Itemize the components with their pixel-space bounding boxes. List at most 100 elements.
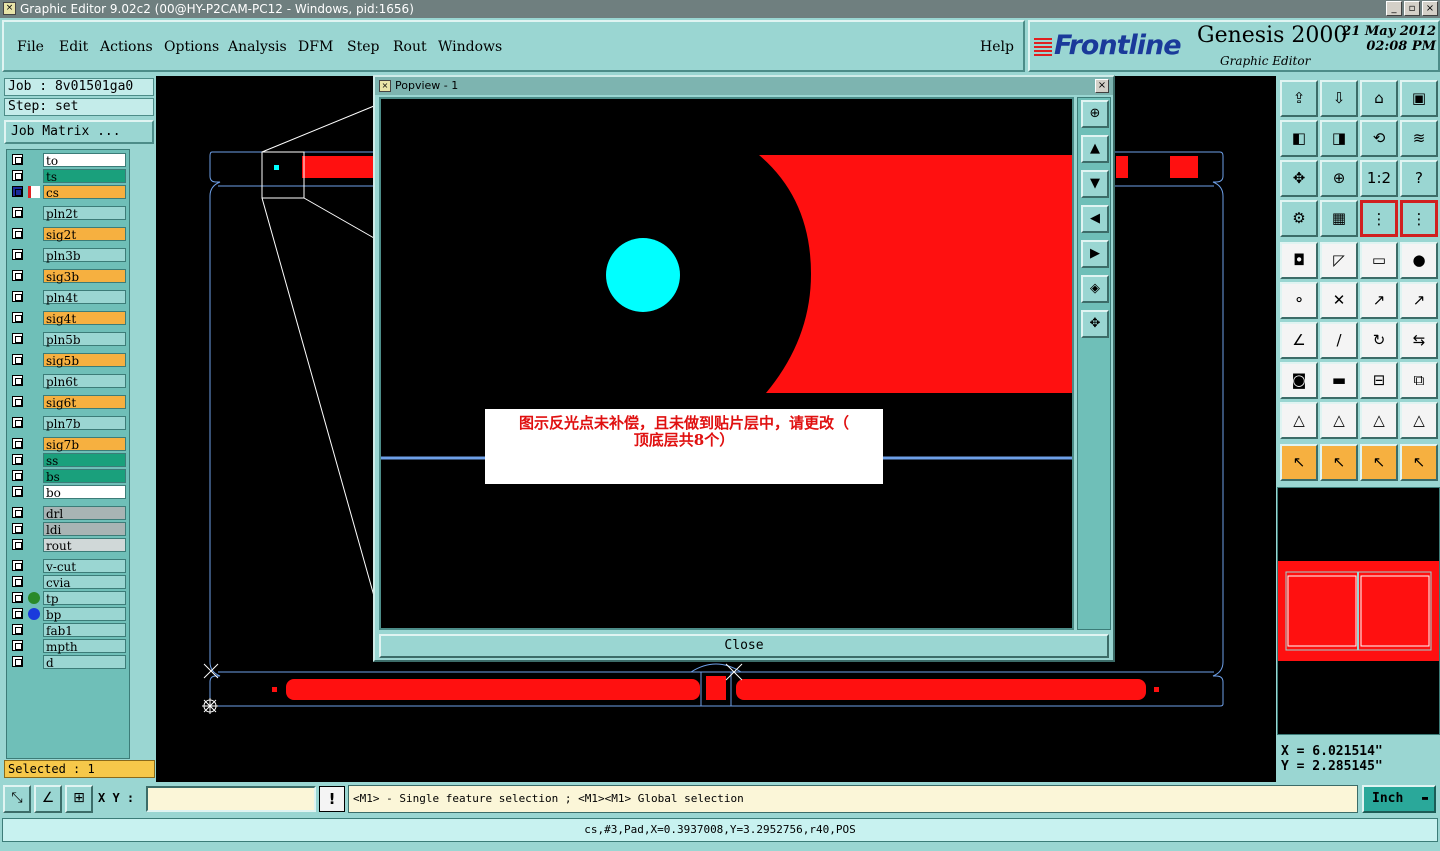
- layer-name[interactable]: pln7b: [43, 416, 126, 431]
- layer-checkbox[interactable]: [12, 354, 23, 365]
- popview-canvas[interactable]: 图示反光点未补偿，且未做到贴片层中，请更改（ 顶底层共8个）: [379, 97, 1074, 630]
- pv-zoom-in-icon[interactable]: ⊕: [1081, 100, 1109, 128]
- layer-name[interactable]: pln2t: [43, 206, 126, 221]
- layer-row-ss[interactable]: ss: [9, 453, 129, 468]
- menu-edit[interactable]: Edit: [59, 39, 88, 55]
- layer-row-rout[interactable]: rout: [9, 538, 129, 553]
- fill-icon[interactable]: ●: [1400, 242, 1438, 279]
- layer-name[interactable]: tp: [43, 591, 126, 606]
- select-icon[interactable]: ↖: [1280, 444, 1318, 481]
- layer-name[interactable]: bs: [43, 469, 126, 484]
- layer-row-sig3b[interactable]: sig3b: [9, 269, 129, 284]
- layer-name[interactable]: sig5b: [43, 353, 126, 368]
- layer-name[interactable]: bp: [43, 607, 126, 622]
- pan-icon[interactable]: ▣: [1400, 80, 1438, 117]
- layer-name[interactable]: ss: [43, 453, 126, 468]
- layer-name[interactable]: fab1: [43, 623, 126, 638]
- layer-checkbox[interactable]: [12, 592, 23, 603]
- xy-input[interactable]: [146, 786, 316, 812]
- arc-icon[interactable]: ↻: [1360, 322, 1398, 359]
- layer-checkbox[interactable]: [12, 270, 23, 281]
- select-b-icon[interactable]: ↖: [1320, 444, 1358, 481]
- menu-options[interactable]: Options: [164, 39, 219, 55]
- menu-rout[interactable]: Rout: [393, 39, 427, 55]
- rotate-icon[interactable]: ⟲: [1360, 120, 1398, 157]
- options-icon[interactable]: ⚙: [1280, 200, 1318, 237]
- popview-close-x-button[interactable]: ×: [1095, 79, 1109, 93]
- layer-checkbox[interactable]: [12, 333, 23, 344]
- layer-row-fab1[interactable]: fab1: [9, 623, 129, 638]
- layer-name[interactable]: d: [43, 655, 126, 670]
- layer-row-drl[interactable]: drl: [9, 506, 129, 521]
- layer-name[interactable]: pln5b: [43, 332, 126, 347]
- minimize-button[interactable]: _: [1386, 1, 1402, 16]
- layer-row-sig6t[interactable]: sig6t: [9, 395, 129, 410]
- layer-row-bs[interactable]: bs: [9, 469, 129, 484]
- units-select[interactable]: Inch ▬: [1362, 785, 1436, 813]
- menu-help[interactable]: Help: [980, 39, 1014, 55]
- pv-pan-right-icon[interactable]: ▶: [1081, 240, 1109, 268]
- slash-icon[interactable]: /: [1320, 322, 1358, 359]
- layer-checkbox[interactable]: [12, 640, 23, 651]
- layer-name[interactable]: pln4t: [43, 290, 126, 305]
- layer-row-ldi[interactable]: ldi: [9, 522, 129, 537]
- pv-pan-left-icon[interactable]: ◀: [1081, 205, 1109, 233]
- layer-name[interactable]: bo: [43, 485, 126, 500]
- layer-row-ts[interactable]: ts: [9, 169, 129, 184]
- triangle-b-icon[interactable]: △: [1320, 402, 1358, 439]
- layer-checkbox[interactable]: [12, 539, 23, 550]
- layer-row-cs[interactable]: cs: [9, 185, 129, 200]
- layer-checkbox[interactable]: [12, 454, 23, 465]
- layer-checkbox[interactable]: [12, 417, 23, 428]
- layer-checkbox[interactable]: [12, 228, 23, 239]
- zoom-in-icon[interactable]: ⇩: [1320, 80, 1358, 117]
- fit-icon[interactable]: ✥: [1280, 160, 1318, 197]
- layer-checkbox[interactable]: [12, 207, 23, 218]
- triangle-c-icon[interactable]: △: [1360, 402, 1398, 439]
- distance-icon[interactable]: ⊟: [1360, 362, 1398, 399]
- job-matrix-button[interactable]: Job Matrix ...: [4, 120, 154, 144]
- zoom-home-icon[interactable]: ⇪: [1280, 80, 1318, 117]
- layer-row-cvia[interactable]: cvia: [9, 575, 129, 590]
- mirror-icon[interactable]: ⇆: [1400, 322, 1438, 359]
- pick-icon[interactable]: ◸: [1320, 242, 1358, 279]
- layer-row-pln6t[interactable]: pln6t: [9, 374, 129, 389]
- snap-grid-icon[interactable]: ⊞: [65, 785, 93, 813]
- layer-row-pln4t[interactable]: pln4t: [9, 290, 129, 305]
- close-window-button[interactable]: ×: [1422, 1, 1438, 16]
- layer-row-pln7b[interactable]: pln7b: [9, 416, 129, 431]
- layer-row-d[interactable]: d: [9, 655, 129, 670]
- connect-icon[interactable]: ⚬: [1280, 282, 1318, 319]
- layer-checkbox[interactable]: [12, 656, 23, 667]
- overview-minimap[interactable]: [1277, 487, 1440, 735]
- snap-icon[interactable]: ≋: [1400, 120, 1438, 157]
- ratio-icon[interactable]: 1:2: [1360, 160, 1398, 197]
- layer-name[interactable]: mpth: [43, 639, 126, 654]
- pad-b-icon[interactable]: ◙: [1280, 362, 1318, 399]
- triangle-d-icon[interactable]: △: [1400, 402, 1438, 439]
- layer-name[interactable]: pln6t: [43, 374, 126, 389]
- menu-step[interactable]: Step: [347, 39, 379, 55]
- layer-checkbox[interactable]: [12, 507, 23, 518]
- select-c-icon[interactable]: ↖: [1360, 444, 1398, 481]
- help-icon[interactable]: ?: [1400, 160, 1438, 197]
- layer-row-pln5b[interactable]: pln5b: [9, 332, 129, 347]
- menu-analysis[interactable]: Analysis: [228, 39, 287, 55]
- layer-checkbox[interactable]: [12, 470, 23, 481]
- layer-row-sig2t[interactable]: sig2t: [9, 227, 129, 242]
- cross-icon[interactable]: ✕: [1320, 282, 1358, 319]
- menu-windows[interactable]: Windows: [438, 39, 502, 55]
- layer-row-to[interactable]: to: [9, 153, 129, 168]
- layer-name[interactable]: drl: [43, 506, 126, 521]
- layer-checkbox[interactable]: [12, 170, 23, 181]
- layer-checkbox[interactable]: [12, 249, 23, 260]
- layer-checkbox[interactable]: [12, 608, 23, 619]
- layer-b-icon[interactable]: ⋮: [1400, 200, 1438, 237]
- measure-icon[interactable]: ▭: [1360, 242, 1398, 279]
- snap-corner-icon[interactable]: ⤡: [3, 785, 31, 813]
- layer-name[interactable]: sig4t: [43, 311, 126, 326]
- grid-icon[interactable]: ▦: [1320, 200, 1358, 237]
- layer-name[interactable]: sig2t: [43, 227, 126, 242]
- zoom-fit-icon[interactable]: ⌂: [1360, 80, 1398, 117]
- menu-file[interactable]: File: [17, 39, 44, 55]
